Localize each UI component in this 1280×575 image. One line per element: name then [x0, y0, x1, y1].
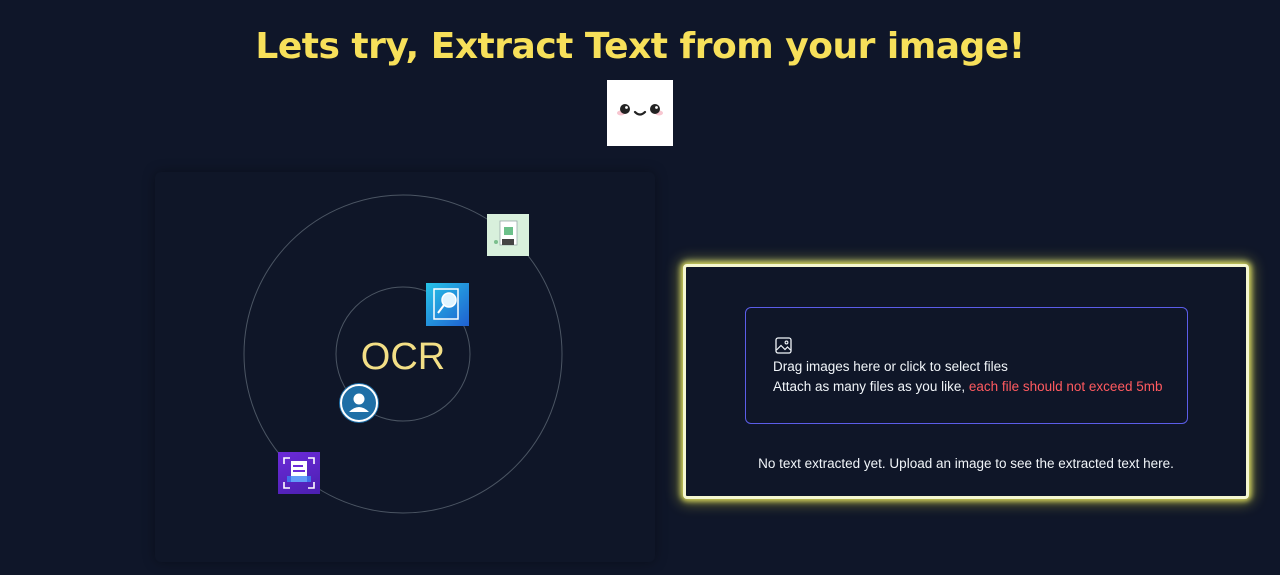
document-chart-icon	[487, 214, 529, 256]
dropzone-file-limit: Attach as many files as you like, each f…	[773, 379, 1162, 394]
user-avatar-icon	[339, 383, 379, 423]
file-size-warning: each file should not exceed 5mb	[968, 379, 1163, 394]
extracted-text-placeholder: No text extracted yet. Upload an image t…	[758, 456, 1174, 471]
ocr-magnifier-icon	[426, 283, 469, 326]
dropzone-attach-text: Attach as many files as you like,	[773, 379, 969, 394]
page: Lets try, Extract Text from your image! …	[0, 0, 1280, 575]
dropzone-instructions: Drag images here or click to select file…	[773, 359, 1008, 374]
orbit-center-label: OCR	[360, 336, 446, 378]
document-scan-icon	[278, 452, 320, 494]
image-icon	[775, 337, 792, 354]
